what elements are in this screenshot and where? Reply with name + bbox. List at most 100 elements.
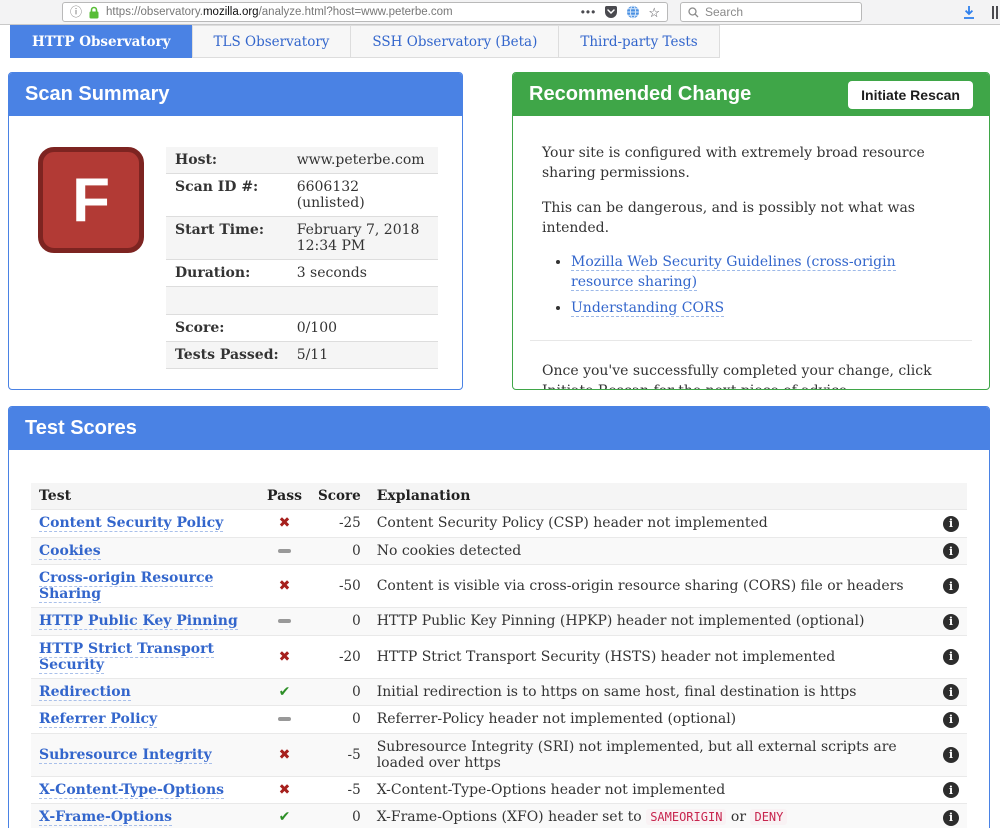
info-icon[interactable]: i — [943, 810, 959, 826]
score-value: 0 — [310, 706, 369, 734]
search-bar[interactable] — [680, 2, 862, 22]
test-link[interactable]: Referrer Policy — [39, 711, 157, 728]
fail-icon: ✖ — [259, 733, 310, 776]
test-link[interactable]: Cross-origin Resource Sharing — [39, 570, 213, 603]
score-value: -5 — [310, 733, 369, 776]
recommendation-text-1: Your site is configured with extremely b… — [542, 143, 960, 184]
explanation-text: No cookies detected — [369, 537, 935, 565]
summary-row: Host:www.peterbe.com — [166, 147, 438, 174]
column-test: Test — [31, 483, 259, 510]
site-info-icon[interactable]: ⓘ — [70, 6, 82, 18]
tab-http-observatory[interactable]: HTTP Observatory — [10, 25, 193, 58]
summary-row — [166, 287, 438, 315]
summary-row: Scan ID #:6606132 (unlisted) — [166, 174, 438, 217]
bookmark-star-icon[interactable]: ☆ — [648, 6, 660, 19]
library-icon[interactable] — [992, 6, 1000, 19]
explanation-text: Initial redirection is to https on same … — [369, 678, 935, 706]
test-scores-header: Test Scores — [9, 407, 989, 450]
recommendation-link[interactable]: Understanding CORS — [571, 300, 724, 317]
info-icon[interactable]: i — [943, 782, 959, 798]
info-icon[interactable]: i — [943, 649, 959, 665]
summary-value — [288, 287, 438, 315]
summary-label: Tests Passed: — [166, 342, 288, 369]
explanation-text: Content is visible via cross-origin reso… — [369, 565, 935, 608]
test-link[interactable]: Redirection — [39, 684, 131, 701]
summary-label: Duration: — [166, 260, 288, 287]
grade-badge: F — [38, 147, 144, 253]
summary-value: 3 seconds — [288, 260, 438, 287]
globe-extension-icon[interactable] — [626, 5, 640, 19]
recommendation-links: Mozilla Web Security Guidelines (cross-o… — [571, 252, 960, 318]
test-link[interactable]: Content Security Policy — [39, 515, 223, 532]
table-row: Redirection✔0Initial redirection is to h… — [31, 678, 967, 706]
info-icon[interactable]: i — [943, 578, 959, 594]
neutral-icon — [259, 706, 310, 734]
test-link[interactable]: X-Frame-Options — [39, 809, 172, 826]
tab-third-party-tests[interactable]: Third-party Tests — [558, 25, 719, 58]
scan-summary-table: Host:www.peterbe.comScan ID #:6606132 (u… — [166, 147, 438, 369]
table-row: Cookies 0No cookies detected i — [31, 537, 967, 565]
info-icon[interactable]: i — [943, 684, 959, 700]
table-row: X-Frame-Options ✔0X-Frame-Options (XFO) h… — [31, 804, 967, 828]
info-icon[interactable]: i — [943, 747, 959, 763]
table-row: Cross-origin Resource Sharing ✖-50Content… — [31, 565, 967, 608]
score-value: -50 — [310, 565, 369, 608]
search-input[interactable] — [705, 5, 854, 19]
test-link[interactable]: Subresource Integrity — [39, 747, 212, 764]
page-actions-icon[interactable]: ••• — [581, 6, 597, 18]
test-scores-rows: Content Security Policy✖-25Content Secur… — [31, 510, 967, 828]
score-value: 0 — [310, 608, 369, 636]
recommended-change-header: Recommended Change Initiate Rescan — [513, 73, 989, 116]
table-row: HTTP Public Key Pinning 0HTTP Public Key … — [31, 608, 967, 636]
info-icon[interactable]: i — [943, 543, 959, 559]
test-link[interactable]: X-Content-Type-Options — [39, 782, 224, 799]
column-explanation: Explanation — [369, 483, 935, 510]
summary-value: February 7, 2018 12:34 PM — [288, 217, 438, 260]
fail-icon: ✖ — [259, 565, 310, 608]
explanation-text: X-Frame-Options (XFO) header set to SAME… — [369, 804, 935, 828]
recommended-change-title: Recommended Change — [529, 83, 751, 106]
score-value: 0 — [310, 804, 369, 828]
browser-chrome: ⓘ https://observatory.mozilla.org/analyz… — [0, 0, 1000, 25]
summary-label: Score: — [166, 315, 288, 342]
explanation-text: HTTP Strict Transport Security (HSTS) he… — [369, 635, 935, 678]
summary-row: Tests Passed:5/11 — [166, 342, 438, 369]
scan-summary-title: Scan Summary — [25, 83, 170, 106]
table-header-row: Test Pass Score Explanation — [31, 483, 967, 510]
summary-label — [166, 287, 288, 315]
test-link[interactable]: HTTP Public Key Pinning — [39, 613, 238, 630]
score-value: -5 — [310, 776, 369, 804]
score-value: 0 — [310, 537, 369, 565]
scan-summary-rows: Host:www.peterbe.comScan ID #:6606132 (u… — [166, 147, 438, 369]
initiate-rescan-button[interactable]: Initiate Rescan — [848, 81, 973, 109]
explanation-text: X-Content-Type-Options header not implem… — [369, 776, 935, 804]
test-link[interactable]: Cookies — [39, 543, 101, 560]
url-bar[interactable]: ⓘ https://observatory.mozilla.org/analyz… — [62, 2, 668, 22]
fail-icon: ✖ — [259, 510, 310, 538]
recommendation-link[interactable]: Mozilla Web Security Guidelines (cross-o… — [571, 254, 896, 291]
test-scores-title: Test Scores — [25, 417, 137, 440]
test-scores-table: Test Pass Score Explanation Content Secu… — [31, 483, 967, 828]
tab-tls-observatory[interactable]: TLS Observatory — [192, 25, 352, 58]
test-link[interactable]: HTTP Strict Transport Security — [39, 641, 214, 674]
scan-summary-panel: Scan Summary F Host:www.peterbe.comScan … — [8, 72, 463, 390]
explanation-text: Referrer-Policy header not implemented (… — [369, 706, 935, 734]
score-value: -20 — [310, 635, 369, 678]
url-text: https://observatory.mozilla.org/analyze.… — [106, 6, 575, 18]
column-pass: Pass — [259, 483, 310, 510]
info-icon[interactable]: i — [943, 614, 959, 630]
pocket-icon[interactable] — [604, 5, 618, 19]
downloads-icon[interactable] — [962, 5, 976, 20]
tab-ssh-observatory-beta[interactable]: SSH Observatory (Beta) — [350, 25, 559, 58]
score-value: 0 — [310, 678, 369, 706]
info-icon[interactable]: i — [943, 712, 959, 728]
explanation-text: Content Security Policy (CSP) header not… — [369, 510, 935, 538]
info-icon[interactable]: i — [943, 516, 959, 532]
list-item: Understanding CORS — [571, 298, 960, 318]
neutral-icon — [259, 537, 310, 565]
summary-label: Scan ID #: — [166, 174, 288, 217]
pass-icon: ✔ — [259, 804, 310, 828]
explanation-text: Subresource Integrity (SRI) not implemen… — [369, 733, 935, 776]
explanation-text: HTTP Public Key Pinning (HPKP) header no… — [369, 608, 935, 636]
url-domain: mozilla.org — [203, 6, 259, 18]
